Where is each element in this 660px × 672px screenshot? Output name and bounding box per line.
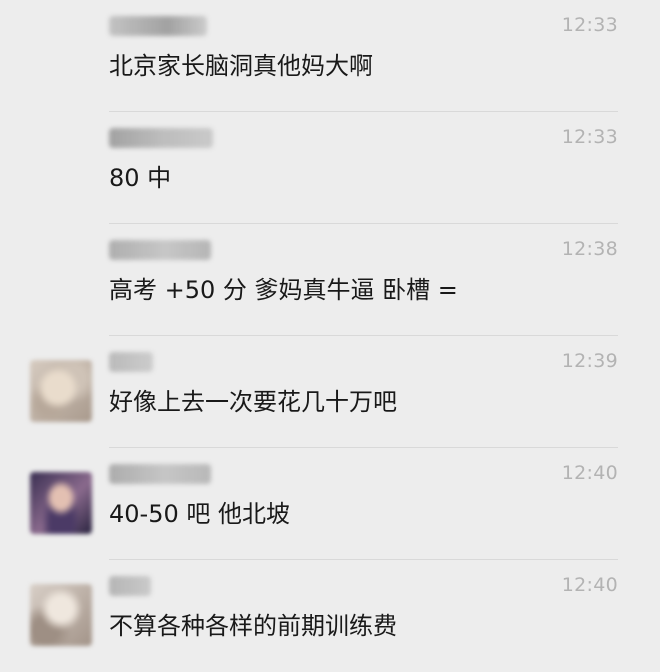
message-timestamp: 12:38 (561, 238, 618, 260)
message-text: 北京家长脑洞真他妈大啊 (109, 52, 373, 80)
message-timestamp: 12:40 (561, 574, 618, 596)
chat-message-item[interactable]: 12:33 80 中 (0, 112, 660, 224)
sender-name-redacted (109, 240, 211, 260)
message-text: 40-50 吧 他北坡 (109, 500, 290, 528)
chat-message-item[interactable]: 12:38 高考 +50 分 爹妈真牛逼 卧槽 = (0, 224, 660, 336)
user-avatar[interactable] (30, 360, 92, 422)
message-text: 80 中 (109, 164, 172, 192)
sender-name-redacted (109, 128, 213, 148)
chat-message-item[interactable]: 12:40 不算各种各样的前期训练费 (0, 560, 660, 672)
sender-name-redacted (109, 464, 211, 484)
message-text: 高考 +50 分 爹妈真牛逼 卧槽 = (109, 276, 458, 304)
chat-message-item[interactable]: 12:33 北京家长脑洞真他妈大啊 (0, 0, 660, 112)
message-text: 不算各种各样的前期训练费 (109, 612, 397, 640)
message-timestamp: 12:40 (561, 462, 618, 484)
user-avatar[interactable] (30, 472, 92, 534)
chat-message-item[interactable]: 12:40 40-50 吧 他北坡 (0, 448, 660, 560)
sender-name-redacted (109, 352, 153, 372)
user-avatar[interactable] (30, 584, 92, 646)
message-text: 好像上去一次要花几十万吧 (109, 388, 397, 416)
message-timestamp: 12:39 (561, 350, 618, 372)
message-timestamp: 12:33 (561, 14, 618, 36)
sender-name-redacted (109, 16, 207, 36)
message-timestamp: 12:33 (561, 126, 618, 148)
chat-message-list: 12:33 北京家长脑洞真他妈大啊 12:33 80 中 12:38 高考 +5… (0, 0, 660, 652)
chat-message-item[interactable]: 12:39 好像上去一次要花几十万吧 (0, 336, 660, 448)
sender-name-redacted (109, 576, 151, 596)
